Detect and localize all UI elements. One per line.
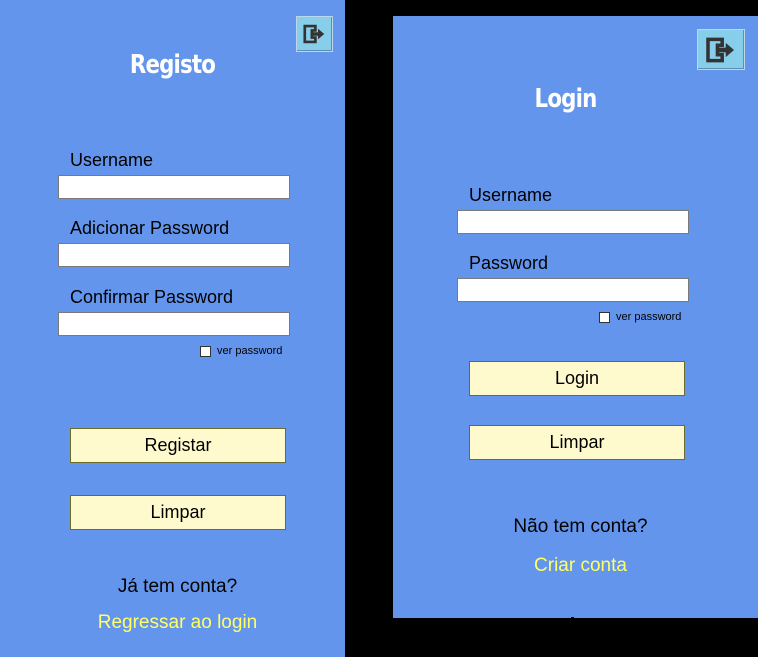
- no-account-text: Não tem conta?: [513, 516, 648, 537]
- exit-button[interactable]: [697, 29, 745, 70]
- register-button[interactable]: Registar: [70, 428, 286, 463]
- show-password-checkbox[interactable]: [200, 346, 211, 357]
- confirm-password-input[interactable]: [58, 312, 290, 336]
- show-password-label: ver password: [616, 311, 682, 323]
- back-to-login-link[interactable]: Regressar ao login: [5, 612, 350, 634]
- password-label: Password: [469, 253, 549, 273]
- confirm-password-label: Confirmar Password: [70, 287, 234, 307]
- add-password-input[interactable]: [58, 243, 290, 267]
- password-input[interactable]: [457, 278, 689, 302]
- exit-icon: [706, 37, 734, 62]
- exit-icon: [303, 24, 325, 44]
- username-input[interactable]: [457, 210, 689, 234]
- add-password-label: Adicionar Password: [70, 218, 230, 238]
- page-title: Registo: [129, 50, 216, 80]
- show-password-label: ver password: [217, 345, 283, 357]
- clear-button[interactable]: Limpar: [469, 425, 685, 460]
- create-account-link[interactable]: Criar conta: [398, 555, 758, 577]
- page-title: Login: [534, 84, 598, 114]
- clear-button[interactable]: Limpar: [70, 495, 286, 530]
- show-password-checkbox[interactable]: [599, 312, 610, 323]
- divider-dot: [571, 617, 574, 620]
- login-button[interactable]: Login: [469, 361, 685, 396]
- have-account-text: Já tem conta?: [117, 576, 238, 597]
- login-panel: Login Username Password ver password Log…: [393, 16, 758, 620]
- exit-button[interactable]: [296, 16, 333, 52]
- username-label: Username: [70, 150, 154, 170]
- username-input[interactable]: [58, 175, 290, 199]
- username-label: Username: [469, 185, 553, 205]
- register-panel: Registo Username Adicionar Password Conf…: [0, 0, 345, 657]
